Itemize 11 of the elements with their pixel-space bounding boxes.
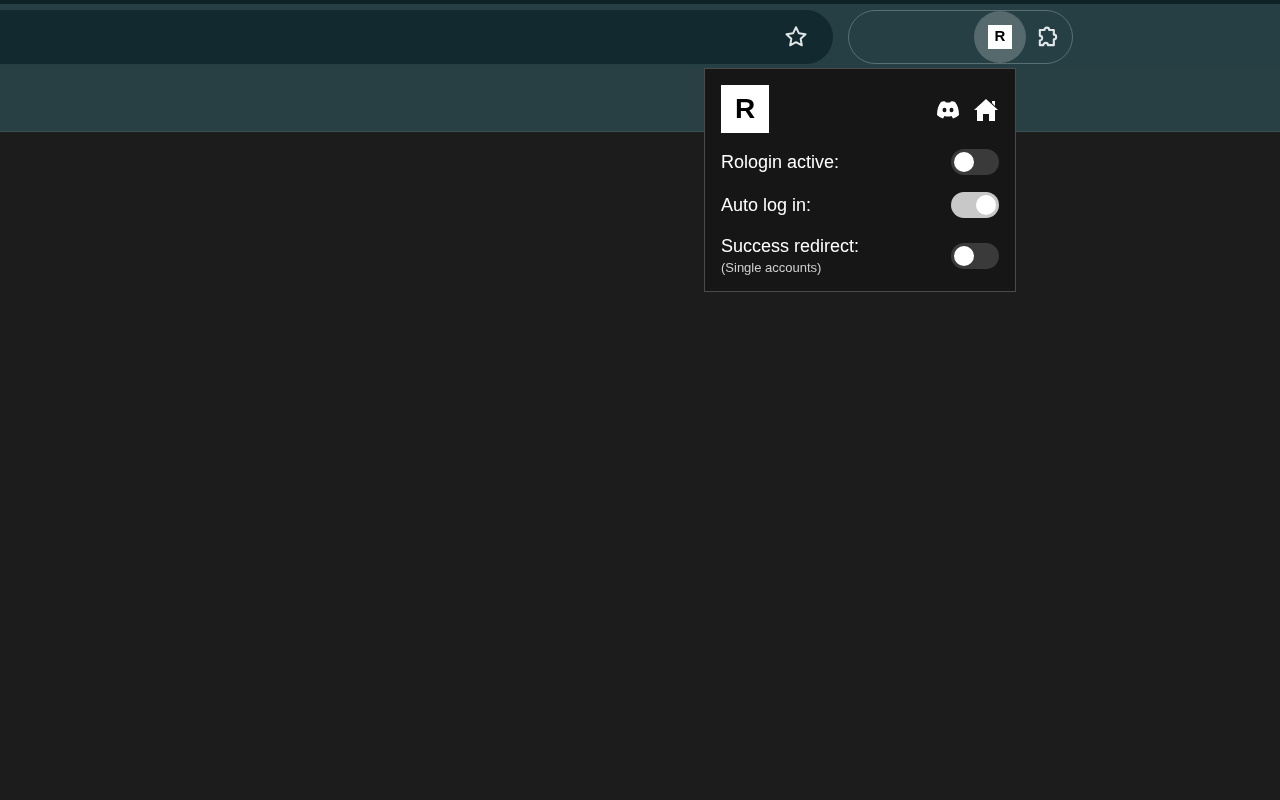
- setting-label: Rologin active:: [721, 151, 840, 173]
- setting-label: Auto log in:: [721, 194, 812, 216]
- extension-button[interactable]: R: [974, 10, 1026, 63]
- home-icon[interactable]: [973, 98, 999, 122]
- setting-note: (Single accounts): [721, 259, 823, 277]
- toggle-switch[interactable]: [951, 149, 999, 175]
- chat-controller-icon[interactable]: [935, 100, 961, 120]
- logo: R: [721, 85, 769, 133]
- setting-label: Success redirect:: [721, 235, 860, 257]
- toggle-switch[interactable]: [951, 192, 999, 218]
- toggle-switch[interactable]: [951, 243, 999, 269]
